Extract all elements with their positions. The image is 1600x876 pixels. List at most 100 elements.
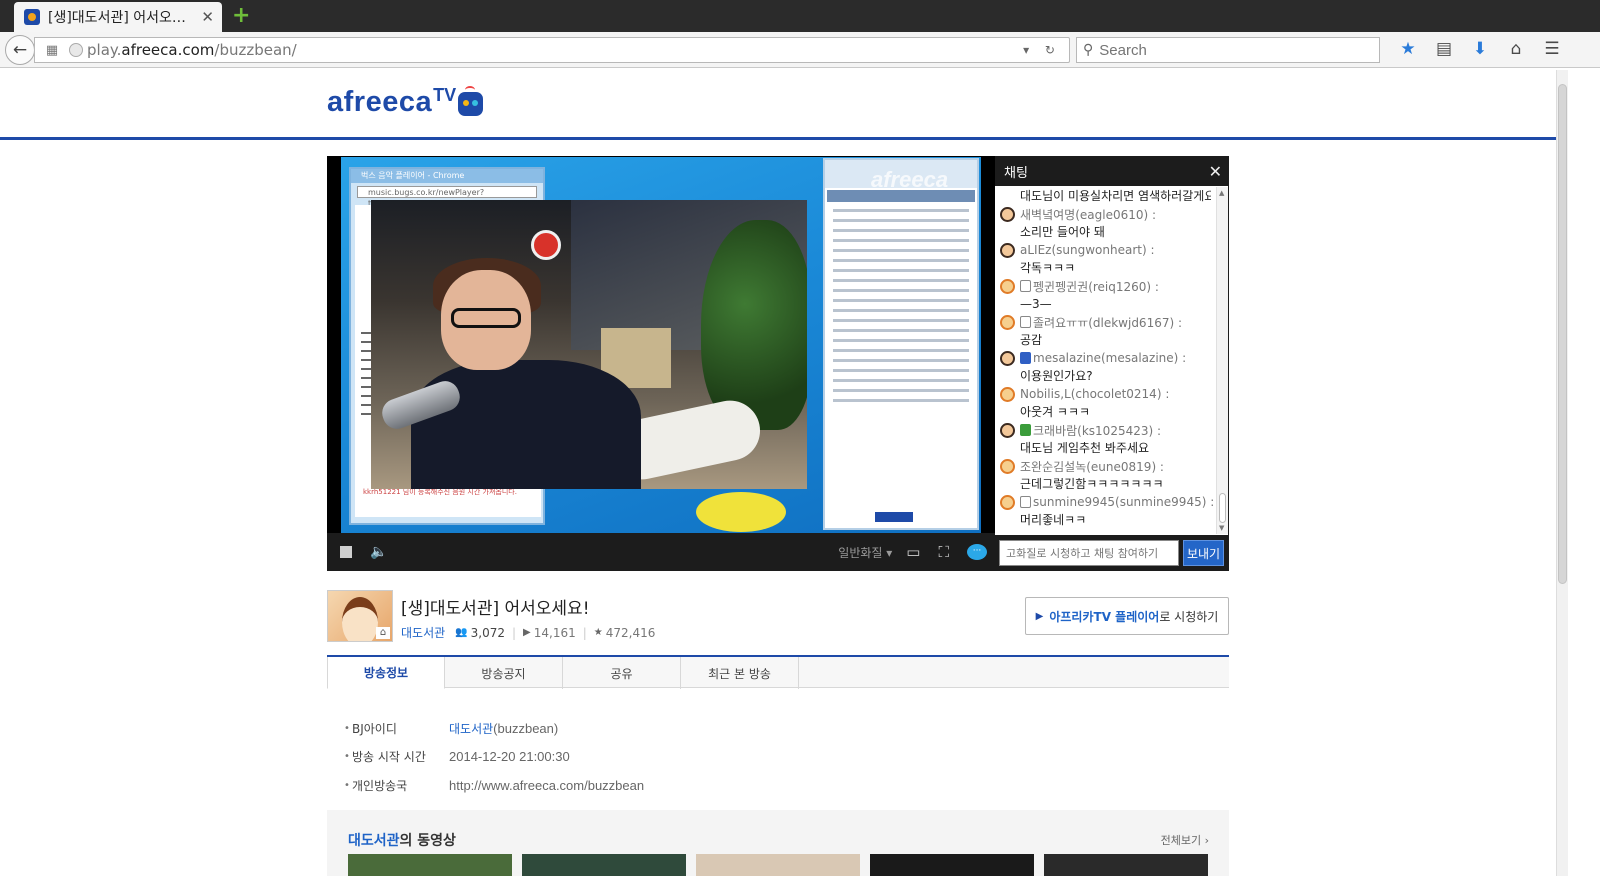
- chat-message: Nobilis,L(chocolet0214) : 아웃겨 ㅋㅋㅋ: [995, 385, 1215, 421]
- view-all-link[interactable]: 전체보기 ›: [1161, 832, 1209, 848]
- chat-username[interactable]: 펭귄펭귄권(reiq1260) :: [1000, 277, 1211, 295]
- bookmark-star-icon[interactable]: ★: [1390, 39, 1426, 59]
- site-header: afreeca TV: [0, 70, 1556, 140]
- chat-username[interactable]: aLIEz(sungwonheart) :: [1000, 241, 1211, 259]
- chat-username[interactable]: 졸려요ㅠㅠ(dlekwjd6167) :: [1000, 313, 1211, 331]
- vod-thumbnail[interactable]: [522, 854, 686, 876]
- chat-input[interactable]: [999, 540, 1179, 566]
- chat-toggle-icon[interactable]: ···: [967, 544, 987, 560]
- stop-button[interactable]: [340, 546, 352, 558]
- scroll-up-icon[interactable]: ▲: [1219, 189, 1224, 197]
- chat-message-text: 아웃겨 ㅋㅋㅋ: [1020, 405, 1091, 419]
- chat-message: 펭귄펭귄권(reiq1260) : —3—: [995, 277, 1215, 313]
- volume-icon[interactable]: 🔈: [370, 544, 387, 560]
- watch-in-player-button[interactable]: ▶ 아프리카TV 플레이어 로 시청하기: [1025, 597, 1229, 635]
- chat-username[interactable]: Nobilis,L(chocolet0214) :: [1000, 385, 1211, 403]
- new-tab-button[interactable]: +: [232, 5, 250, 27]
- browser-tab[interactable]: [생]대도서관] 어서오… ✕: [14, 2, 222, 32]
- chat-header: 채팅 ✕: [995, 157, 1228, 186]
- scroll-down-icon[interactable]: ▼: [1219, 524, 1224, 532]
- vod-section-title: 대도서관의 동영상: [348, 833, 456, 849]
- chat-username[interactable]: 조완순김설녹(eune0819) :: [1000, 457, 1211, 475]
- user-avatar-icon: [1000, 314, 1015, 330]
- search-box[interactable]: ⚲: [1076, 37, 1380, 63]
- station-url-link[interactable]: http://www.afreeca.com/buzzbean: [449, 778, 644, 793]
- play-triangle-icon: ▶: [1035, 610, 1044, 622]
- info-row-bj-id: • BJ아이디 대도서관(buzzbean): [344, 720, 559, 736]
- chat-username[interactable]: 크래바람(ks1025423) :: [1000, 421, 1211, 439]
- tab-close-icon[interactable]: ✕: [201, 8, 214, 26]
- player-controls: 🔈 일반화질 ▾ ▭ ⛶ ···: [327, 533, 995, 571]
- search-input[interactable]: [1099, 41, 1360, 59]
- home-station-icon[interactable]: ⌂: [376, 627, 390, 639]
- tab-share[interactable]: 공유: [563, 657, 681, 689]
- user-avatar-icon: [1000, 350, 1015, 366]
- chat-close-icon[interactable]: ✕: [1209, 162, 1222, 181]
- reading-list-icon[interactable]: ▤: [1426, 39, 1462, 59]
- url-dropdown-reload-icons[interactable]: ▾ ↻: [1023, 43, 1069, 57]
- chat-message-list[interactable]: 대도님이 미용실차리면 염색하러갈게요 새벽녘여명(eagle0610) : 소리…: [995, 187, 1215, 534]
- chat-message-text: 소리만 들어야 돼: [1020, 225, 1105, 239]
- chat-username[interactable]: mesalazine(mesalazine) :: [1000, 349, 1211, 367]
- video-frame[interactable]: 벅스 음악 플레이어 - Chrome music.bugs.co.kr/new…: [341, 157, 981, 533]
- bj-id-link[interactable]: 대도서관: [449, 722, 493, 736]
- globe-icon: [69, 43, 83, 57]
- chat-message: 새벽녘여명(eagle0610) : 소리만 들어야 돼: [995, 205, 1215, 241]
- chat-message: 크래바람(ks1025423) : 대도님 게임추천 봐주세요: [995, 421, 1215, 457]
- chat-message: sunmine9945(sunmine9945) : 머리좋네ㅋㅋ: [995, 493, 1215, 529]
- user-avatar-icon: [1000, 458, 1015, 474]
- play-icon: ▶: [523, 627, 531, 638]
- chat-username[interactable]: 새벽녘여명(eagle0610) :: [1000, 205, 1211, 223]
- user-avatar-icon: [1000, 386, 1015, 402]
- chat-message: aLIEz(sungwonheart) : 각독ㅋㅋㅋ: [995, 241, 1215, 277]
- info-row-start-time: • 방송 시작 시간 2014-12-20 21:00:30: [344, 749, 570, 765]
- vod-thumbnail-row: [348, 854, 1218, 876]
- chat-panel: 채팅 ✕ 대도님이 미용실차리면 염색하러갈게요 새벽녘여명(eagle0610…: [995, 156, 1229, 571]
- fan-badge-icon: [1020, 352, 1031, 364]
- vod-thumbnail[interactable]: [348, 854, 512, 876]
- broadcast-title: [생]대도서관] 어서오세요!: [401, 599, 590, 619]
- page-scrollbar[interactable]: [1556, 70, 1568, 876]
- tab-broadcast-info[interactable]: 방송정보: [327, 657, 445, 689]
- menu-icon[interactable]: ☰: [1534, 39, 1570, 59]
- site-identity-icon[interactable]: ▦: [41, 43, 63, 58]
- fullscreen-icon[interactable]: ⛶: [938, 543, 949, 561]
- start-time-label: 방송 시작 시간: [352, 750, 426, 765]
- tab-recently-watched[interactable]: 최근 본 방송: [681, 657, 799, 689]
- broadcast-info-list: • BJ아이디 대도서관(buzzbean) • 방송 시작 시간 2014-1…: [344, 714, 644, 800]
- bj-name-link[interactable]: 대도서관: [401, 624, 445, 641]
- window-mode-icon[interactable]: ▭: [906, 543, 920, 561]
- chat-message-text: 대도님 게임추천 봐주세요: [1020, 441, 1150, 455]
- chat-message-text: 공감: [1020, 333, 1043, 347]
- chat-username[interactable]: sunmine9945(sunmine9945) :: [1000, 493, 1214, 511]
- bj-avatar[interactable]: ⌂: [327, 590, 393, 642]
- afreeca-watermark: afreeca: [871, 167, 949, 192]
- browser-toolbar: ★ ▤ ⬇ ⌂ ☰: [1390, 39, 1570, 59]
- quality-selector[interactable]: 일반화질 ▾: [838, 544, 892, 561]
- download-icon[interactable]: ⬇: [1462, 39, 1498, 59]
- user-avatar-icon: [1000, 206, 1015, 222]
- tab-broadcast-notice[interactable]: 방송공지: [445, 657, 563, 689]
- chat-message-text: 근데그렇긴함ㅋㅋㅋㅋㅋㅋㅋ: [1020, 477, 1164, 491]
- home-icon[interactable]: ⌂: [1498, 39, 1534, 59]
- play-count: ▶ 14,161: [523, 625, 576, 640]
- vod-thumbnail[interactable]: [696, 854, 860, 876]
- viewer-count: 👥 3,072: [455, 625, 505, 640]
- chat-scrollbar-thumb[interactable]: [1219, 493, 1226, 523]
- bj-id-label: BJ아이디: [352, 721, 397, 736]
- vod-thumbnail[interactable]: [870, 854, 1034, 876]
- vod-thumbnail[interactable]: [1044, 854, 1208, 876]
- page-scrollbar-thumb[interactable]: [1558, 84, 1567, 584]
- back-button[interactable]: ←: [5, 35, 35, 65]
- send-button[interactable]: 보내기: [1183, 540, 1224, 566]
- user-avatar-icon: [1000, 242, 1015, 258]
- video-player[interactable]: 벅스 음악 플레이어 - Chrome music.bugs.co.kr/new…: [327, 156, 995, 571]
- afreecatv-logo[interactable]: afreeca TV: [327, 85, 484, 118]
- chat-scrollbar[interactable]: ▲ ▼: [1216, 187, 1228, 534]
- user-avatar-icon: [1000, 494, 1015, 510]
- chat-message: mesalazine(mesalazine) : 이용원인가요?: [995, 349, 1215, 385]
- mobile-badge-icon: [1020, 496, 1031, 508]
- user-avatar-icon: [1000, 422, 1015, 438]
- address-bar[interactable]: ▦ play.afreeca.com/buzzbean/ ▾ ↻: [34, 37, 1070, 63]
- url-text[interactable]: play.afreeca.com/buzzbean/: [87, 41, 1023, 59]
